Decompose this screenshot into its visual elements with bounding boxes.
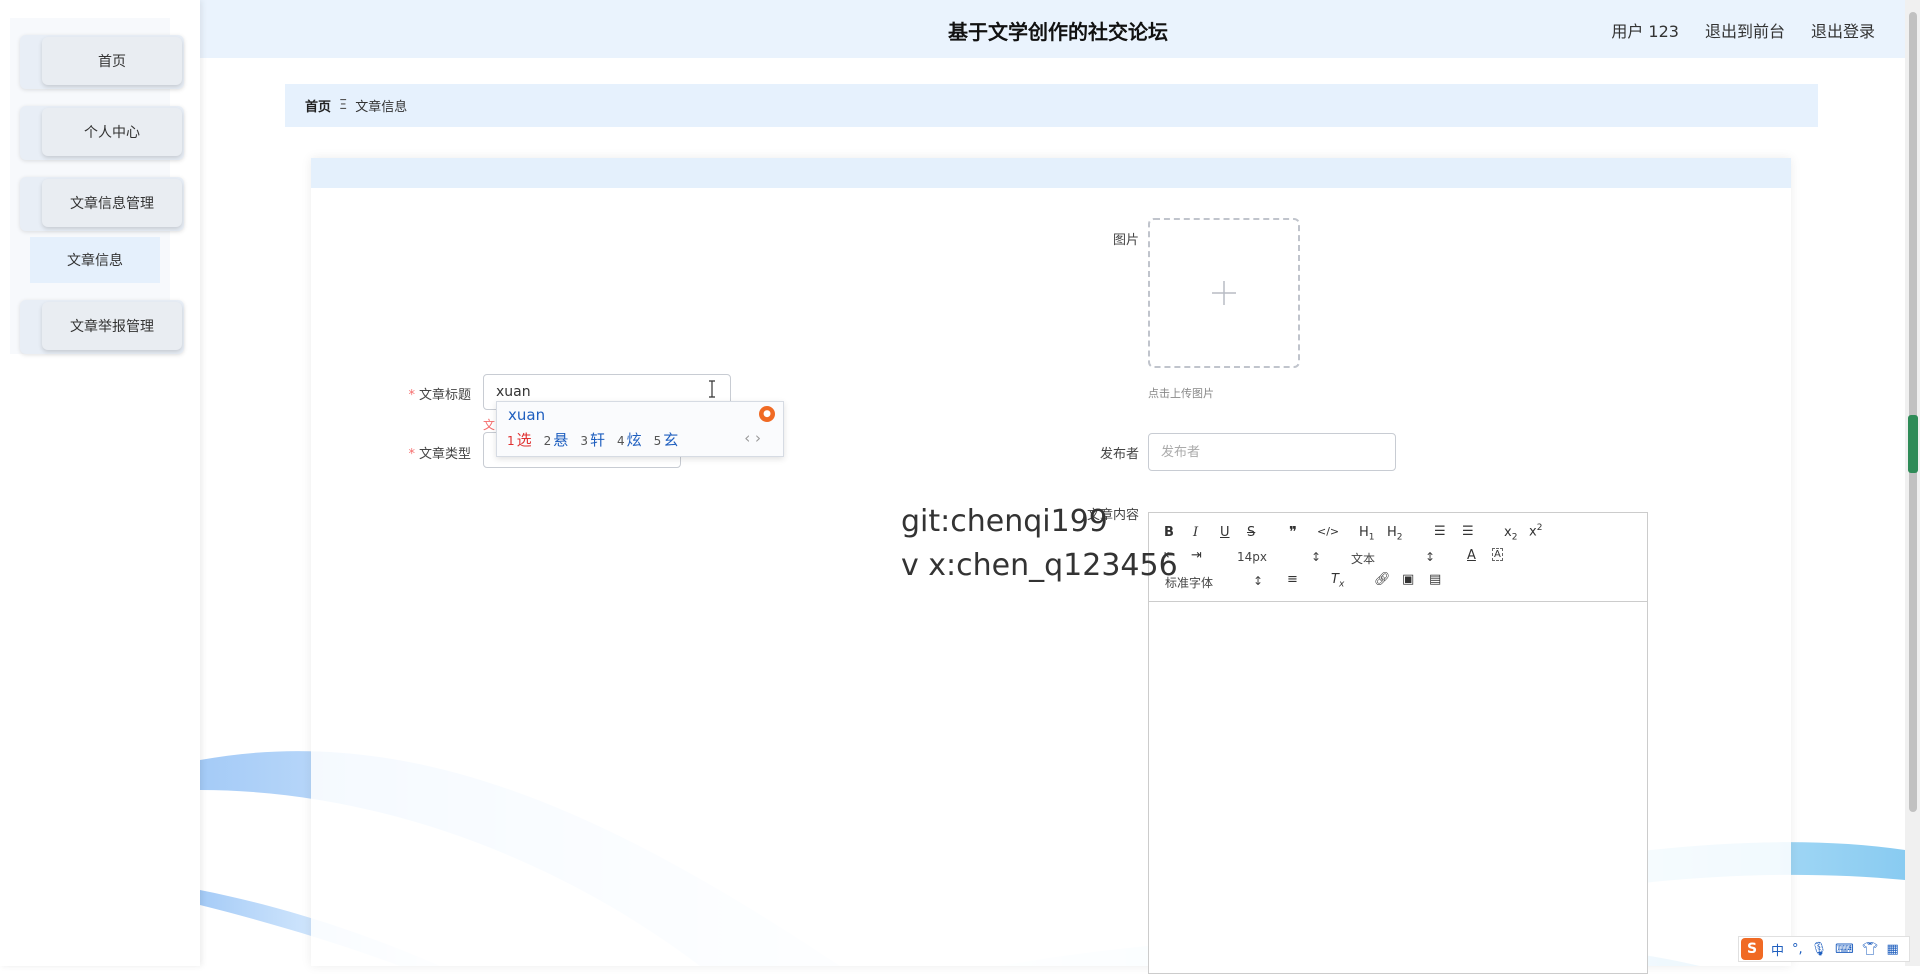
italic-icon[interactable]: I [1193,525,1198,540]
breadcrumb-current: 文章信息 [355,100,408,115]
ime-pinyin: xuan [508,406,546,424]
scrollbar-thumb[interactable] [1909,12,1917,812]
text-cursor-icon [709,380,715,398]
blockquote-icon[interactable]: ❞ [1289,523,1297,541]
user-name[interactable]: 用户 123 [1611,18,1679,42]
align-icon[interactable]: ≡ [1287,572,1298,587]
bullet-list-icon[interactable]: ☰ [1462,524,1474,539]
rich-text-editor: B I U S ❞ </> H1 H2 ☰ ☰ x2 x2 ⇤ ⇥ 14px 文… [1148,512,1648,974]
breadcrumb: 首页 Ξ 文章信息 [285,84,1818,127]
font-family-select[interactable]: 标准字体 [1165,574,1263,591]
title-error-text: 文 [483,418,496,432]
exit-to-front-link[interactable]: 退出到前台 [1705,18,1785,42]
clear-format-icon[interactable]: Tx [1331,572,1344,590]
sidebar-item-report-management[interactable]: 文章举报管理 [20,300,184,354]
ime-candidate[interactable]: 2悬 [544,429,569,450]
ime-status-bar: S 中 °, 🎙︎ ⌨︎ 👕︎ ▦ [1738,936,1910,962]
sidebar-item-label: 文章举报管理 [42,302,182,350]
ime-candidate[interactable]: 3轩 [580,429,605,450]
skin-icon[interactable]: 👕︎ [1862,942,1879,957]
card-header [311,158,1791,188]
link-icon[interactable]: 🔗︎ [1374,572,1391,587]
top-header: 基于文学创作的社交论坛 用户 123 退出到前台 退出登录 [200,0,1905,58]
site-title: 基于文学创作的社交论坛 [948,20,1168,44]
underline-icon[interactable]: U [1220,525,1230,540]
ordered-list-icon[interactable]: ☰ [1434,524,1446,539]
image-label: 图片 [1112,233,1139,248]
watermark-text: git:chenqi199 v x:chen_q123456 [901,500,1178,588]
type-label-text: 文章类型 [418,447,471,462]
scrollbar-marker [1908,415,1918,473]
image-icon[interactable]: ▣ [1402,572,1414,587]
logout-link[interactable]: 退出登录 [1811,18,1875,42]
sidebar-item-home[interactable]: 首页 [20,35,184,89]
heading1-icon[interactable]: H1 [1359,525,1375,543]
upload-hint: 点击上传图片 [1148,387,1214,400]
publisher-input[interactable] [1148,433,1396,471]
publisher-label: 发布者 [1099,447,1139,462]
ime-punct-toggle[interactable]: °, [1792,942,1803,957]
toolbox-icon[interactable]: ▦ [1886,942,1898,957]
editor-content-area[interactable] [1149,602,1647,972]
ime-candidate[interactable]: 1选 [507,429,532,450]
ime-page-arrows[interactable]: ‹ › [744,429,761,447]
subscript-icon[interactable]: x2 [1504,525,1517,543]
title-label-text: 文章标题 [418,388,471,403]
type-label: * 文章类型 [408,447,471,462]
keyboard-icon[interactable]: ⌨︎ [1835,942,1854,957]
sidebar-item-label: 文章信息管理 [42,179,182,227]
sidebar-item-article-management[interactable]: 文章信息管理 [20,177,184,231]
video-icon[interactable]: ▤ [1429,572,1441,587]
strikethrough-icon[interactable]: S [1247,525,1255,540]
heading2-icon[interactable]: H2 [1387,525,1403,543]
block-type-select[interactable]: 文本 [1351,550,1435,567]
ime-mode-toggle[interactable]: 中 [1771,940,1784,959]
background-color-icon[interactable]: A [1492,548,1503,561]
title-label: * 文章标题 [408,388,471,403]
ime-candidate-popup: xuan ● 1选 2悬 3轩 4炫 5玄 ‹ › [496,401,784,457]
superscript-icon[interactable]: x2 [1529,523,1542,539]
watermark-line: git:chenqi199 [901,504,1108,539]
watermark-line: v x:chen_q123456 [901,548,1178,583]
sidebar: 首页 个人中心 文章信息管理 文章信息 文章举报管理 [0,0,200,966]
image-upload-box[interactable] [1148,218,1300,368]
plus-icon [1212,281,1236,305]
ime-candidate[interactable]: 5玄 [654,429,679,450]
page-scrollbar[interactable] [1905,0,1920,966]
sidebar-subitem-article-info[interactable]: 文章信息 [30,237,160,283]
breadcrumb-separator-icon: Ξ [339,98,348,113]
microphone-icon[interactable]: 🎙︎ [1811,942,1828,957]
code-block-icon[interactable]: </> [1317,525,1339,538]
sidebar-item-label: 首页 [42,37,182,85]
font-color-icon[interactable]: A [1467,548,1476,563]
breadcrumb-home[interactable]: 首页 [305,96,331,115]
sidebar-item-label: 个人中心 [42,108,182,156]
indent-icon[interactable]: ⇥ [1191,548,1202,563]
ime-candidate[interactable]: 4炫 [617,429,642,450]
font-size-select[interactable]: 14px [1237,550,1321,564]
sidebar-item-personal-center[interactable]: 个人中心 [20,106,184,160]
ime-logo-icon: ● [759,406,775,422]
ime-status-logo-icon[interactable]: S [1741,938,1763,960]
editor-toolbar: B I U S ❞ </> H1 H2 ☰ ☰ x2 x2 ⇤ ⇥ 14px 文… [1149,513,1647,602]
